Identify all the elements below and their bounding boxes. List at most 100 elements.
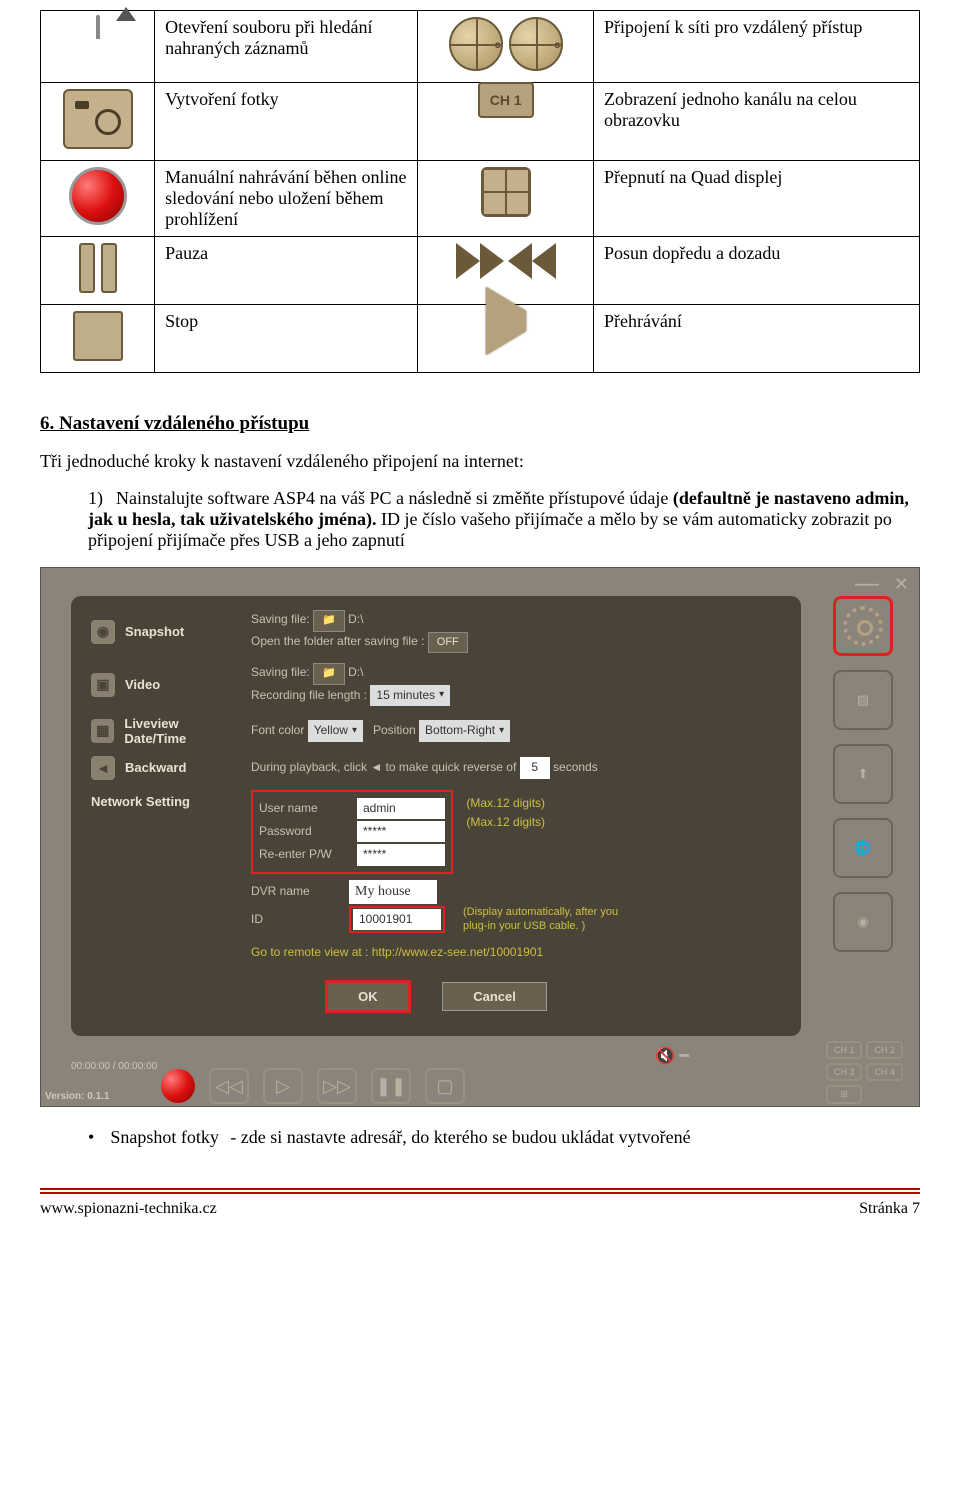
bullet-snapshot: • Snapshot fotky - zde si nastavte adres… [88, 1127, 920, 1148]
page-footer: www.spionazni-technika.cz Stránka 7 [40, 1188, 920, 1218]
repassword-input[interactable]: ***** [357, 844, 445, 865]
ch3-button[interactable]: CH 3 [826, 1063, 863, 1081]
backward-seconds-input[interactable]: 5 [520, 757, 550, 778]
video-saving-label: Saving file: [251, 665, 310, 679]
video-length-select[interactable]: 15 minutes [370, 685, 450, 706]
bullet-desc: - zde si nastavte adresář, do kterého se… [230, 1127, 690, 1148]
video-length-label: Recording file length : [251, 688, 367, 702]
password-label: Password [259, 822, 349, 841]
backward-label: Backward [125, 760, 186, 775]
video-row-icon: ▣ [91, 673, 115, 697]
network-label: Network Setting [91, 794, 190, 809]
repassword-label: Re-enter P/W [259, 845, 349, 864]
snapshot-path: D:\ [348, 612, 363, 626]
stop-icon [73, 311, 123, 361]
settings-gear-icon[interactable] [833, 596, 893, 656]
remote-url: Go to remote view at : http://www.ez-see… [251, 943, 781, 962]
volume-icon[interactable]: 🔇 ━ [655, 1046, 689, 1066]
section-number: 6. [40, 413, 54, 434]
video-path: D:\ [348, 665, 363, 679]
credentials-highlight: User name admin Password ***** Re-enter P/… [251, 790, 453, 874]
stop-button[interactable]: ▢ [425, 1068, 465, 1104]
sidebar-network-icon[interactable]: 🌐 [833, 818, 893, 878]
single-channel-desc: Zobrazení jednoho kanálu na celou obrazo… [593, 83, 919, 161]
open-folder-desc: Otevření souboru při hledání nahraných z… [155, 11, 418, 83]
bullet-word: Snapshot fotky [110, 1127, 230, 1148]
max-digits-1: (Max.12 digits) [466, 796, 545, 810]
pause-desc: Pauza [155, 237, 418, 305]
channel-grid-selector: CH 1 CH 2 CH 3 CH 4 ⊞ [826, 1041, 903, 1104]
pause-button[interactable]: ❚❚ [371, 1068, 411, 1104]
video-browse-button[interactable]: 📁 [313, 663, 345, 685]
fontcolor-select[interactable]: Yellow [308, 720, 363, 741]
settings-app-window: — ✕ ◉ Snapshot Saving file: 📁 D:\ Open th… [40, 567, 920, 1107]
username-label: User name [259, 799, 349, 818]
camera-desc: Vytvoření fotky [155, 83, 418, 161]
record-icon [69, 167, 127, 225]
section-title: Nastavení vzdáleného přístupu [59, 413, 309, 434]
snapshot-browse-button[interactable]: 📁 [313, 610, 345, 632]
time-counter: 00:00:00 / 00:00:00 [71, 1061, 157, 1072]
close-icon[interactable]: ✕ [894, 574, 909, 595]
quad-desc: Přepnutí na Quad displej [593, 161, 919, 237]
ch1-icon: CH 1 [478, 82, 534, 118]
open-folder-icon [96, 15, 100, 39]
backward-text-c: seconds [553, 760, 598, 774]
ch1-button[interactable]: CH 1 [826, 1041, 863, 1059]
play-icon [486, 287, 526, 355]
pause-icon [79, 243, 117, 293]
rewind-button[interactable]: ◁◁ [209, 1068, 249, 1104]
datetime-row-icon: ▦ [91, 719, 114, 743]
version-label: Version: 0.1.1 [45, 1091, 109, 1102]
max-digits-2: (Max.12 digits) [466, 815, 545, 829]
snapshot-saving-label: Saving file: [251, 612, 310, 626]
playback-controls: ◁◁ ▷ ▷▷ ❚❚ ▢ [161, 1068, 465, 1104]
icon-reference-table: Otevření souboru při hledání nahraných z… [40, 10, 920, 373]
quad-button[interactable]: ⊞ [826, 1085, 863, 1104]
snapshot-label: Snapshot [125, 624, 184, 639]
snapshot-openfolder-toggle[interactable]: OFF [428, 632, 468, 654]
footer-url: www.spionazni-technika.cz [40, 1200, 217, 1218]
step-1: 1)Nainstalujte software ASP4 na váš PC a… [88, 488, 920, 551]
backward-row-icon: ◄ [91, 756, 115, 780]
stop-desc: Stop [155, 305, 418, 373]
dvrname-input[interactable]: My house [349, 880, 437, 904]
password-input[interactable]: ***** [357, 821, 445, 842]
minimize-icon[interactable]: — [855, 570, 879, 598]
network-globes-icon: on off [449, 17, 563, 71]
ffrw-desc: Posun dopředu a dozadu [593, 237, 919, 305]
footer-page: Stránka 7 [859, 1200, 920, 1218]
id-auto-note: (Display automatically, after you plug-i… [463, 906, 643, 932]
ch4-button[interactable]: CH 4 [866, 1063, 903, 1081]
fontcolor-label: Font color [251, 723, 304, 737]
sidebar-camera-icon[interactable]: ◉ [833, 892, 893, 952]
sidebar-openfolder-icon[interactable]: ⬆ [833, 744, 893, 804]
camera-icon [63, 89, 133, 149]
snapshot-open-label: Open the folder after saving file : [251, 634, 424, 648]
video-label: Video [125, 677, 160, 692]
section-intro: Tři jednoduché kroky k nastavení vzdálen… [40, 451, 920, 472]
position-label: Position [373, 723, 416, 737]
record-desc: Manuální nahrávání běhen online sledován… [155, 161, 418, 237]
username-input[interactable]: admin [357, 798, 445, 819]
ch2-button[interactable]: CH 2 [866, 1041, 903, 1059]
id-label: ID [251, 910, 341, 929]
play-button[interactable]: ▷ [263, 1068, 303, 1104]
play-desc: Přehrávání [593, 305, 919, 373]
forward-button[interactable]: ▷▷ [317, 1068, 357, 1104]
dvrname-label: DVR name [251, 882, 341, 901]
network-desc: Připojení k síti pro vzdálený přístup [593, 11, 919, 83]
right-sidebar: ▧ ⬆ 🌐 ◉ [823, 596, 903, 952]
backward-text-b: to make quick reverse of [386, 760, 517, 774]
liveview-label: Liveview Date/Time [124, 716, 241, 746]
quad-grid-icon [481, 167, 531, 217]
id-input[interactable]: 10001901 [353, 909, 441, 930]
ok-button[interactable]: OK [325, 980, 411, 1013]
sidebar-snapshot-icon[interactable]: ▧ [833, 670, 893, 730]
position-select[interactable]: Bottom-Right [419, 720, 510, 741]
record-button[interactable] [161, 1069, 195, 1103]
settings-panel: ◉ Snapshot Saving file: 📁 D:\ Open the fo… [71, 596, 801, 1036]
ff-rw-icon [456, 243, 556, 279]
snapshot-row-icon: ◉ [91, 620, 115, 644]
cancel-button[interactable]: Cancel [442, 982, 547, 1011]
